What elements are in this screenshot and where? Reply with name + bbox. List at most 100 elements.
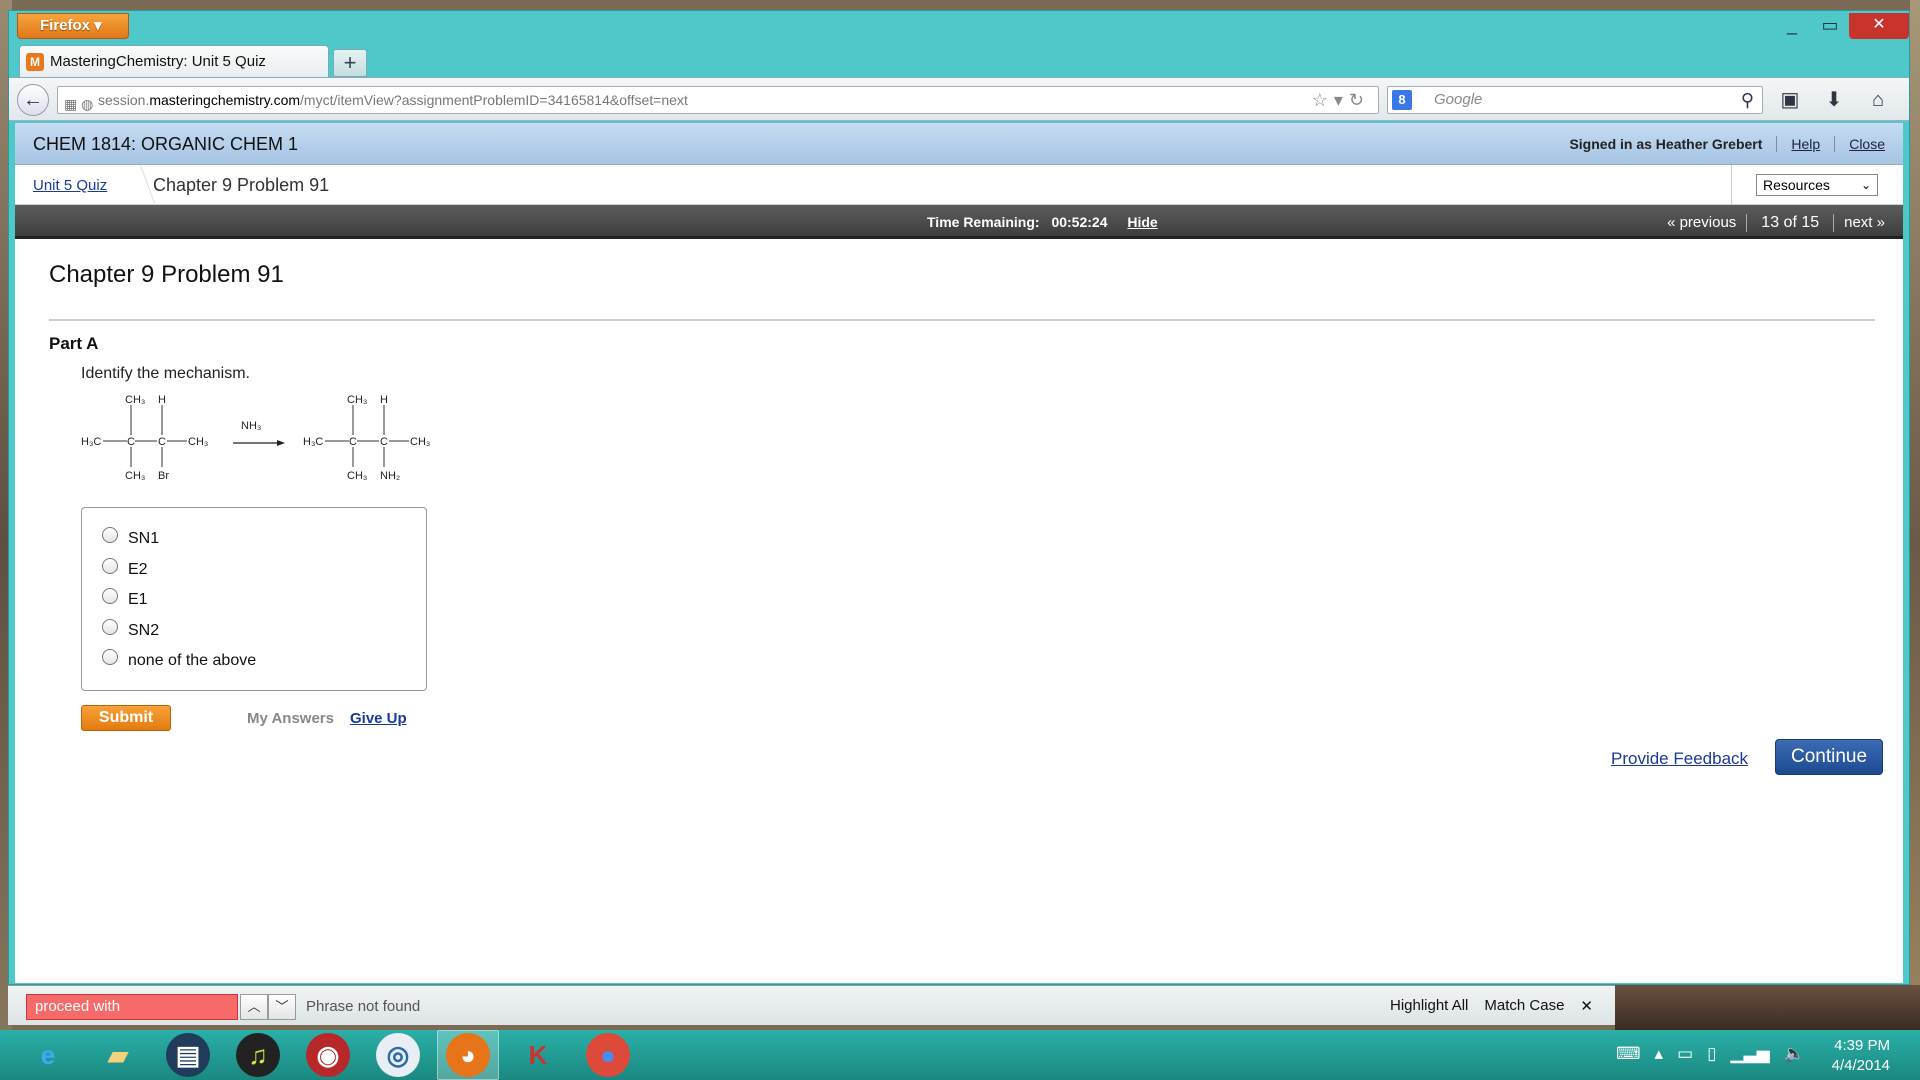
breadcrumb-current: Chapter 9 Problem 91 (153, 175, 330, 195)
power-icon[interactable]: ▯ (1707, 1044, 1716, 1064)
find-previous-icon[interactable]: ︿ (240, 994, 268, 1020)
show-hidden-icons-icon[interactable]: ▴ (1655, 1044, 1664, 1064)
breadcrumb: Unit 5 Quiz Chapter 9 Problem 91 Resourc… (15, 165, 1903, 205)
svg-text:CH₃: CH₃ (347, 394, 367, 406)
resources-dropdown[interactable]: Resources ⌄ (1756, 174, 1878, 196)
chrome-icon[interactable]: ● (586, 1033, 630, 1077)
choice-sn2[interactable]: SN2 (82, 616, 426, 647)
radio-button[interactable] (102, 557, 118, 574)
svg-text:NH₂: NH₂ (380, 470, 400, 481)
home-icon[interactable]: ⌂ (1863, 86, 1893, 114)
svg-text:CH₃: CH₃ (188, 436, 208, 448)
answer-actions: Submit My Answers Give Up (81, 705, 407, 731)
bookmark-star-icon[interactable]: ☆▾↻ (1312, 87, 1370, 113)
search-input[interactable]: 8 Google ⚲ (1387, 86, 1763, 114)
browser-tab[interactable]: M MasteringChemistry: Unit 5 Quiz (19, 45, 329, 77)
radio-button[interactable] (102, 618, 118, 635)
previous-link[interactable]: « previous (1657, 214, 1748, 232)
choice-e2[interactable]: E2 (82, 555, 426, 586)
clock-time: 4:39 PM (1834, 1037, 1890, 1054)
maximize-icon[interactable]: ▭ (1811, 13, 1849, 39)
firefox-icon: ◕ (446, 1033, 490, 1077)
time-remaining-label: Time Remaining: (927, 214, 1040, 230)
continue-button[interactable]: Continue (1775, 739, 1883, 775)
window-controls: _ ▭ ✕ (1773, 13, 1909, 39)
question-text: Identify the mechanism. (81, 365, 250, 382)
volume-icon[interactable]: 🔈 (1784, 1044, 1805, 1064)
keyboard-icon[interactable]: ⌨ (1616, 1044, 1641, 1064)
search-placeholder: Google (1434, 91, 1483, 108)
dvd-app-icon[interactable]: ◎ (376, 1033, 420, 1077)
firefox-taskbar-button[interactable]: ◕ (437, 1030, 499, 1080)
choice-label: SN1 (128, 530, 160, 548)
svg-text:C: C (127, 436, 135, 448)
svg-text:H₃C: H₃C (303, 436, 323, 448)
part-title: Part A (49, 334, 99, 353)
highlight-all-toggle[interactable]: Highlight All (1390, 997, 1468, 1015)
itunes-icon[interactable]: ♫ (236, 1033, 280, 1077)
radio-button[interactable] (102, 649, 118, 666)
search-icon[interactable]: ⚲ (1741, 87, 1754, 113)
provide-feedback-link[interactable]: Provide Feedback (1611, 749, 1748, 769)
divider (49, 319, 1875, 321)
url-host: masteringchemistry.com (149, 92, 301, 108)
close-window-button[interactable]: ✕ (1849, 13, 1909, 39)
internet-explorer-icon[interactable]: e (26, 1033, 70, 1077)
reactant-structure (103, 405, 187, 467)
file-explorer-icon[interactable]: ▰ (96, 1033, 140, 1077)
help-link[interactable]: Help (1777, 136, 1836, 152)
course-header: CHEM 1814: ORGANIC CHEM 1 Signed in as H… (15, 123, 1903, 165)
svg-text:CH₃: CH₃ (125, 470, 145, 481)
find-input[interactable]: proceed with (26, 994, 238, 1020)
choice-none[interactable]: none of the above (82, 646, 426, 677)
signal-icon[interactable]: ▁▃▅ (1731, 1044, 1770, 1064)
back-arrow-icon[interactable]: ← (17, 84, 49, 116)
windows-taskbar: e ▰ ▤ ♫ ◉ ◎ ◕ K ● ⌨ ▴ ▭ ▯ ▁▃▅ 🔈 4:39 PM … (0, 1030, 1920, 1080)
url-path: /myct/itemView?assignmentProblemID=34165… (300, 92, 688, 108)
submit-button[interactable]: Submit (81, 705, 171, 731)
reagent-label: NH₃ (241, 420, 261, 432)
next-link[interactable]: next » (1834, 214, 1885, 232)
time-remaining-value: 00:52:24 (1051, 214, 1108, 230)
audio-app-icon[interactable]: ◉ (306, 1033, 350, 1077)
network-drive-icon[interactable]: ▭ (1677, 1044, 1693, 1064)
page-content: CHEM 1814: ORGANIC CHEM 1 Signed in as H… (15, 123, 1903, 983)
close-link[interactable]: Close (1835, 136, 1885, 152)
svg-text:CH₃: CH₃ (347, 470, 367, 481)
find-next-icon[interactable]: ﹀ (268, 994, 296, 1020)
kaspersky-icon[interactable]: K (516, 1033, 560, 1077)
match-case-toggle[interactable]: Match Case (1484, 997, 1564, 1015)
new-tab-button[interactable]: + (333, 49, 367, 77)
give-up-link[interactable]: Give Up (350, 710, 407, 727)
product-structure (325, 405, 409, 467)
google-search-engine-icon[interactable]: 8 (1392, 90, 1412, 110)
choice-sn1[interactable]: SN1 (82, 524, 426, 555)
breadcrumb-quiz-link[interactable]: Unit 5 Quiz (33, 177, 107, 194)
svg-text:H: H (158, 394, 166, 406)
close-find-icon[interactable]: ✕ (1580, 997, 1593, 1015)
svg-text:C: C (158, 436, 166, 448)
resources-panel: Resources ⌄ (1731, 165, 1903, 205)
svg-text:C: C (349, 436, 357, 448)
svg-text:H: H (380, 394, 388, 406)
desktop-background-bottom (1615, 985, 1920, 1030)
tab-bar: M MasteringChemistry: Unit 5 Quiz + (19, 45, 367, 77)
downloads-icon[interactable]: ⬇ (1819, 86, 1849, 114)
svg-text:CH₃: CH₃ (125, 394, 145, 406)
media-center-icon[interactable]: ▤ (166, 1033, 210, 1077)
breadcrumb-separator (121, 165, 156, 205)
hide-timer-link[interactable]: Hide (1127, 214, 1157, 230)
minimize-icon[interactable]: _ (1773, 13, 1811, 39)
taskbar-apps: e ▰ ▤ ♫ ◉ ◎ ◕ K ● (26, 1030, 630, 1080)
system-clock[interactable]: 4:39 PM 4/4/2014 (1832, 1036, 1890, 1076)
svg-text:C: C (380, 436, 388, 448)
firefox-menu-button[interactable]: Firefox ▾ (17, 13, 129, 39)
bookmarks-menu-icon[interactable]: ▣ (1775, 86, 1805, 114)
site-identity-icon[interactable]: ▦ ◍ (64, 91, 94, 112)
radio-button[interactable] (102, 588, 118, 605)
url-bar[interactable]: ▦ ◍ session.masteringchemistry.com/myct/… (57, 86, 1379, 114)
my-answers-label: My Answers (247, 709, 334, 727)
choice-e1[interactable]: E1 (82, 585, 426, 616)
radio-button[interactable] (102, 527, 118, 544)
signed-in-user: Signed in as Heather Grebert (1569, 136, 1778, 152)
